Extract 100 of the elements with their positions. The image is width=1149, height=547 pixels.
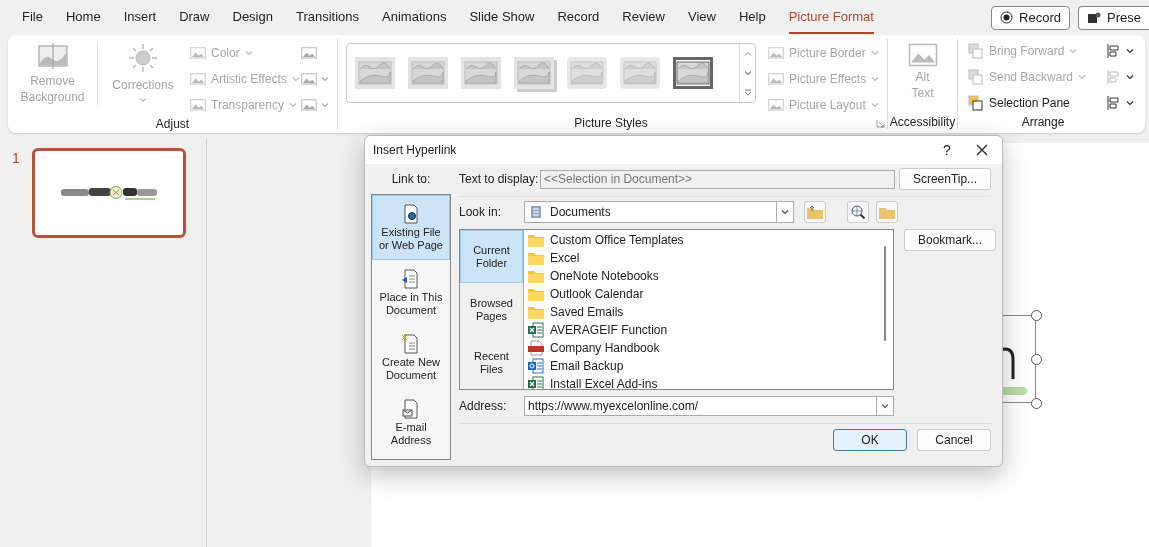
link-type-option[interactable]: Create New Document <box>372 325 450 390</box>
layers-icon <box>968 43 984 59</box>
menu-tab[interactable]: Draw <box>179 0 210 35</box>
ok-button[interactable]: OK <box>833 429 907 451</box>
menu-tab[interactable]: Record <box>557 0 600 35</box>
menu-tab[interactable]: Insert <box>123 0 157 35</box>
file-list-item[interactable]: Excel <box>528 249 877 267</box>
picture-style-thumbnail[interactable] <box>514 57 554 89</box>
picture-style-thumbnail[interactable] <box>408 57 448 89</box>
chevron-icon <box>870 50 879 56</box>
chevron-icon <box>870 102 879 108</box>
menu-tab[interactable]: Slide Show <box>469 0 535 35</box>
menu-tab[interactable]: File <box>22 0 43 35</box>
sun-icon <box>128 43 158 73</box>
spreadsheet-icon <box>528 322 544 338</box>
image-icon <box>301 98 317 112</box>
present-button[interactable]: Prese <box>1078 5 1149 30</box>
screentip-button[interactable]: ScreenTip... <box>899 168 991 190</box>
chevron-icon <box>321 76 329 82</box>
align-tool-button[interactable] <box>1106 93 1134 113</box>
link-type-option[interactable]: E-mail Address <box>372 390 450 455</box>
image-icon <box>768 72 784 86</box>
menu-tab[interactable]: Animations <box>382 0 447 35</box>
resize-handle[interactable] <box>1031 398 1042 409</box>
image-icon <box>190 98 206 112</box>
folder-icon <box>879 205 895 219</box>
resize-handle[interactable] <box>1031 354 1042 365</box>
chevron-icon <box>291 76 300 82</box>
help-button[interactable]: ? <box>932 139 962 161</box>
mail-document-icon <box>528 358 544 374</box>
file-list-item[interactable]: Saved Emails <box>528 303 877 321</box>
menu-tab[interactable]: Help <box>738 0 766 35</box>
group-label: Picture Styles <box>573 115 649 132</box>
file-list-item[interactable]: AVERAGEIF Function <box>528 321 877 339</box>
menu-tab[interactable]: View <box>688 0 716 35</box>
resize-handle[interactable] <box>1031 310 1042 321</box>
menu-tab[interactable]: Transitions <box>295 0 360 35</box>
menu-tab[interactable]: Design <box>232 0 273 35</box>
link-type-option[interactable]: Place in This Document <box>372 260 450 325</box>
browse-tab[interactable]: Current Folder <box>460 230 523 283</box>
browse-folder-button[interactable] <box>876 201 898 223</box>
slide-thumbnail[interactable] <box>31 148 186 238</box>
chevron-icon <box>781 209 789 215</box>
file-list-item[interactable]: OneNote Notebooks <box>528 267 877 285</box>
align-tool-button[interactable] <box>1106 67 1134 87</box>
menu-tab[interactable]: Home <box>65 0 101 35</box>
picture-style-thumbnail[interactable] <box>673 57 713 89</box>
new-document-icon <box>401 333 421 354</box>
browse-tab[interactable]: Recent Files <box>460 336 523 389</box>
close-icon <box>976 144 988 156</box>
document-icon <box>530 205 542 219</box>
address-field[interactable]: https://www.myexcelonline.com/ <box>524 396 894 416</box>
chevron-icon <box>1069 48 1078 54</box>
chevron-icon <box>871 76 880 82</box>
dialog-title: Insert Hyperlink <box>373 142 457 159</box>
chevron-icon <box>288 102 297 108</box>
globe-search-icon <box>850 204 866 220</box>
chevron-icon <box>1126 48 1134 54</box>
folder-icon <box>528 251 544 265</box>
image-icon <box>190 46 206 60</box>
document-arrow-icon <box>401 268 421 289</box>
browse-tab[interactable]: Browsed Pages <box>460 283 523 336</box>
image-icon <box>907 43 938 67</box>
link-type-option[interactable]: Existing File or Web Page <box>372 195 450 260</box>
file-list-item[interactable]: Install Excel Add-ins <box>528 375 877 389</box>
chevron-icon <box>139 97 147 103</box>
file-list-item[interactable]: Outlook Calendar <box>528 285 877 303</box>
file-list-item[interactable]: Custom Office Templates <box>528 231 877 249</box>
up-folder-button[interactable] <box>804 201 826 223</box>
chevron-icon <box>1126 74 1134 80</box>
image-icon <box>301 46 317 60</box>
chevron-icon <box>1078 74 1087 80</box>
more-icon[interactable] <box>743 88 752 96</box>
picture-style-thumbnail[interactable] <box>461 57 501 89</box>
file-list-item[interactable]: Email Backup <box>528 357 877 375</box>
folder-icon <box>528 269 544 283</box>
picture-style-thumbnail[interactable] <box>567 57 607 89</box>
image-split-icon <box>37 43 68 69</box>
file-list-item[interactable]: Company Handbook <box>528 339 877 357</box>
align-icon <box>1106 95 1122 111</box>
menu-tab[interactable]: Review <box>622 0 665 35</box>
picture-style-thumbnail[interactable] <box>355 57 395 89</box>
image-icon <box>190 72 206 86</box>
bookmark-button[interactable]: Bookmark... <box>904 229 996 251</box>
scrollbar-thumb[interactable] <box>884 246 886 341</box>
dialog-launcher-icon[interactable] <box>876 118 885 128</box>
align-tool-button[interactable] <box>1106 41 1134 61</box>
arrange-option[interactable]: Selection Pane <box>968 93 1096 113</box>
image-icon <box>301 72 317 86</box>
align-icon <box>1106 43 1122 59</box>
slide-number: 1 <box>12 149 20 168</box>
scroll-up-icon[interactable] <box>743 50 752 57</box>
image-icon <box>768 46 784 60</box>
look-in-dropdown[interactable]: Documents <box>524 201 794 223</box>
cancel-button[interactable]: Cancel <box>917 429 991 451</box>
layers-icon <box>968 69 984 85</box>
picture-style-thumbnail[interactable] <box>620 57 660 89</box>
record-button[interactable]: Record <box>991 5 1071 30</box>
browse-web-button[interactable] <box>847 201 869 223</box>
folder-icon <box>807 205 823 219</box>
